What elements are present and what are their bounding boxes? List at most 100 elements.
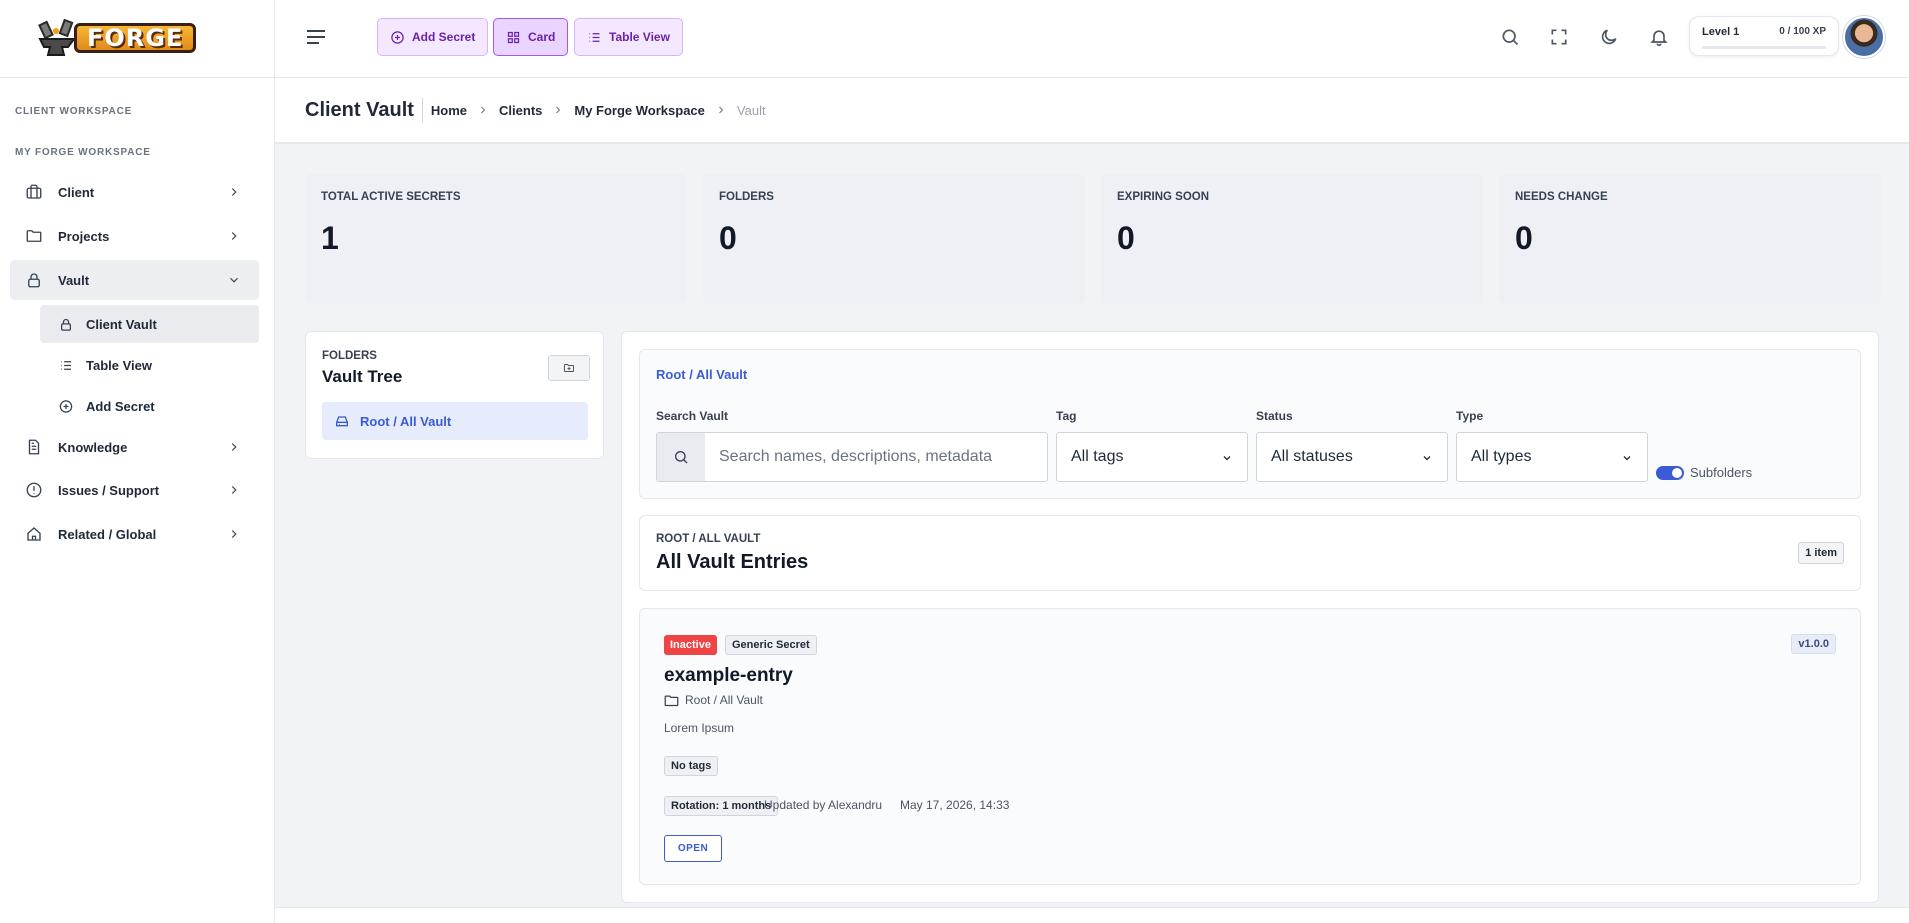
lock-icon [61,318,71,331]
sidebar-item-related-global[interactable]: Related / Global [10,514,259,554]
chevron-right-icon [719,106,724,114]
fullscreen-icon[interactable] [1549,27,1569,47]
status-select[interactable]: All statuses [1256,432,1448,482]
folder-icon [26,230,42,242]
footer-bar [275,907,1909,923]
subfolders-toggle[interactable] [1656,466,1684,480]
drive-icon [336,416,348,427]
status-label: Status [1256,409,1293,423]
search-field [656,432,1048,482]
grid-icon [507,31,520,43]
chevron-right-icon [231,486,237,494]
bell-icon[interactable] [1649,27,1669,47]
sidebar-item-knowledge-label: Knowledge [58,439,128,455]
sidebar: FORGE CLIENT WORKSPACE MY FORGE WORKSPAC… [0,0,275,923]
subfolders-label: Subfolders [1690,465,1753,480]
updated-at: May 17, 2026, 14:33 [900,798,1010,812]
breadcrumb-clients[interactable]: Clients [499,103,542,118]
menu-toggle-icon[interactable] [306,29,326,45]
plus-circle-icon [391,30,404,44]
lock-icon [28,273,40,288]
briefcase-icon [26,184,42,199]
stat-value: 0 [1117,220,1135,256]
search-icon[interactable] [1500,27,1520,47]
filters-panel: Root / All Vault Search Vault Tag Status… [639,349,1861,499]
search-icon-box [657,433,705,481]
version-badge: v1.0.0 [1791,634,1836,654]
add-secret-button[interactable]: Add Secret [377,18,489,56]
chevron-right-icon [231,232,237,240]
tag-select-value: All tags [1071,448,1124,465]
sidebar-item-projects[interactable]: Projects [10,216,259,256]
xp-value: 0 / 100 XP [1779,26,1826,37]
entry-path: Root / All Vault [664,693,763,707]
search-input[interactable] [705,433,1047,481]
stat-label: EXPIRING SOON [1117,191,1210,203]
vault-main-panel: Root / All Vault Search Vault Tag Status… [621,331,1879,903]
card-view-button[interactable]: Card [493,18,569,56]
chevron-right-icon [481,106,486,114]
chevron-down-icon [1623,456,1631,461]
breadcrumb-current: Vault [736,102,766,118]
new-folder-button[interactable] [548,355,590,381]
entry-name[interactable]: example-entry [664,665,793,687]
type-select-value: All types [1471,448,1532,465]
stat-total-active-secrets: TOTAL ACTIVE SECRETS 1 [305,174,687,304]
chevron-right-icon [231,188,237,196]
tags-badge: No tags [664,756,719,776]
type-label: Type [1456,409,1484,423]
xp-level: Level 1 [1702,26,1740,38]
breadcrumb-workspace[interactable]: My Forge Workspace [574,103,705,118]
list-icon [61,360,71,370]
sidebar-item-related-label: Related / Global [58,526,157,542]
page-title: Client Vault [305,98,423,122]
chevron-right-icon [231,443,237,451]
filter-path[interactable]: Root / All Vault [656,367,747,382]
brand-logo[interactable]: FORGE [0,0,274,78]
vault-entry-card[interactable]: Inactive Generic Secret v1.0.0 example-e… [639,608,1861,885]
user-avatar[interactable] [1843,16,1885,58]
xp-track [1702,46,1826,49]
sidebar-sub-add-secret[interactable]: Add Secret [40,387,259,425]
entries-section-header: ROOT / ALL VAULT All Vault Entries 1 ite… [639,515,1861,591]
type-select[interactable]: All types [1456,432,1648,482]
sidebar-item-vault-label: Vault [58,272,90,288]
entry-path-label: Root / All Vault [685,693,763,707]
tag-select[interactable]: All tags [1056,432,1248,482]
stat-label: NEEDS CHANGE [1515,191,1608,203]
type-badge: Generic Secret [725,635,817,655]
stat-label: TOTAL ACTIVE SECRETS [321,191,461,203]
sidebar-item-vault[interactable]: Vault [10,260,259,300]
sidebar-item-projects-label: Projects [58,228,110,244]
xp-progress-widget[interactable]: Level 1 0 / 100 XP [1689,16,1839,56]
logo-wordmark: FORGE [74,22,197,53]
chevron-right-icon [231,530,237,538]
table-view-button-label: Table View [609,30,670,44]
breadcrumb-home[interactable]: Home [431,103,467,118]
plus-circle-icon [59,399,73,413]
status-badge: Inactive [664,635,717,655]
sidebar-item-issues-support[interactable]: Issues / Support [10,470,259,510]
open-entry-button[interactable]: OPEN [664,835,722,862]
sidebar-sub-table-view-label: Table View [86,357,152,373]
updated-by: Updated by Alexandru [764,798,883,812]
table-view-button[interactable]: Table View [574,18,683,56]
moon-icon[interactable] [1599,27,1619,47]
sidebar-item-client-label: Client [58,184,95,200]
chevron-right-icon [556,106,561,114]
forge-logo: FORGE [36,13,197,65]
stat-value: 0 [1515,220,1533,256]
stat-folders: FOLDERS 0 [703,174,1085,304]
sidebar-item-client[interactable]: Client [10,172,259,212]
stat-needs-change: NEEDS CHANGE 0 [1499,174,1881,304]
sidebar-sub-client-vault[interactable]: Client Vault [40,305,259,343]
search-icon [675,451,688,464]
entries-section-title: All Vault Entries [656,551,809,573]
sidebar-sub-table-view[interactable]: Table View [40,346,259,384]
entries-section-crumb: ROOT / ALL VAULT [656,533,761,545]
document-icon [28,439,40,455]
folders-title: Vault Tree [322,367,403,386]
folder-tree-root[interactable]: Root / All Vault [322,402,588,440]
sidebar-sub-client-vault-label: Client Vault [86,316,157,332]
sidebar-item-knowledge[interactable]: Knowledge [10,427,259,467]
